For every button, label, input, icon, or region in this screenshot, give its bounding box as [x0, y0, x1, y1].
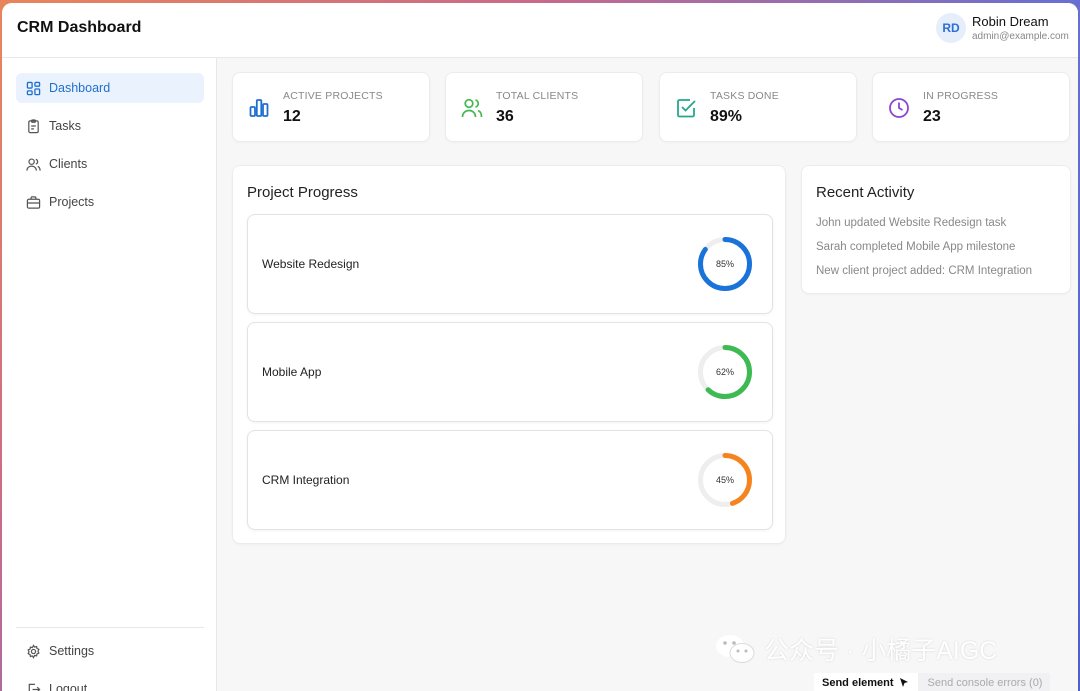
- briefcase-icon: [26, 195, 41, 209]
- user-email: admin@example.com: [972, 31, 1069, 42]
- dashboard-icon: [26, 81, 41, 95]
- watermark: 公众号 · 小橘子AIGC: [714, 631, 997, 667]
- project-progress-panel: Project Progress Website Redesign 85% Mo…: [232, 165, 786, 544]
- stat-value: 89%: [710, 108, 743, 125]
- send-element-label: Send element: [822, 677, 894, 689]
- stat-value: 12: [283, 108, 301, 125]
- project-item[interactable]: Website Redesign 85%: [247, 214, 773, 314]
- stat-value: 23: [923, 108, 941, 125]
- sidebar-item-logout[interactable]: Logout: [16, 674, 204, 691]
- stat-card-tasks-done: TASKS DONE 89%: [659, 72, 857, 142]
- checkbox-icon: [677, 99, 696, 118]
- progress-percent: 85%: [715, 259, 734, 269]
- sidebar-item-label: Clients: [49, 157, 88, 171]
- bar-chart-icon: [249, 99, 269, 117]
- recent-activity-panel: Recent Activity John updated Website Red…: [801, 165, 1071, 294]
- sidebar-item-dashboard[interactable]: Dashboard: [16, 73, 204, 103]
- stat-label: ACTIVE PROJECTS: [283, 90, 383, 102]
- project-item[interactable]: Mobile App 62%: [247, 322, 773, 422]
- stat-card-total-clients: TOTAL CLIENTS 36: [445, 72, 643, 142]
- sidebar-item-projects[interactable]: Projects: [16, 187, 204, 217]
- stat-label: TOTAL CLIENTS: [496, 90, 579, 102]
- sidebar-item-tasks[interactable]: Tasks: [16, 111, 204, 141]
- sidebar-item-clients[interactable]: Clients: [16, 149, 204, 179]
- progress-percent: 45%: [715, 475, 734, 485]
- user-name: Robin Dream: [972, 14, 1049, 29]
- watermark-text: 公众号 · 小橘子AIGC: [764, 637, 998, 665]
- tasks-icon: [28, 118, 39, 133]
- panel-title: Project Progress: [247, 184, 358, 201]
- stat-label: TASKS DONE: [710, 90, 779, 102]
- send-element-button[interactable]: Send element: [814, 673, 918, 691]
- send-console-errors-button[interactable]: Send console errors (0): [917, 673, 1051, 691]
- users-icon: [461, 98, 483, 118]
- project-name: Website Redesign: [262, 257, 360, 271]
- sidebar-item-label: Logout: [49, 682, 88, 691]
- avatar[interactable]: RD: [936, 13, 966, 43]
- gear-icon: [27, 643, 40, 659]
- sidebar: Dashboard Tasks Clients Projects Setting…: [2, 58, 217, 691]
- stat-card-in-progress: IN PROGRESS 23: [872, 72, 1070, 142]
- app-window: CRM Dashboard RD Robin Dream admin@examp…: [2, 3, 1078, 691]
- panel-title: Recent Activity: [816, 184, 915, 201]
- progress-percent: 62%: [715, 367, 734, 377]
- project-item[interactable]: CRM Integration 45%: [247, 430, 773, 530]
- activity-item: Sarah completed Mobile App milestone: [816, 241, 1016, 253]
- activity-item: John updated Website Redesign task: [816, 217, 1007, 229]
- stat-value: 36: [496, 108, 514, 125]
- sidebar-item-label: Dashboard: [49, 81, 111, 95]
- cursor-icon: [899, 678, 908, 687]
- sidebar-item-label: Tasks: [49, 119, 81, 133]
- sidebar-item-label: Projects: [49, 195, 95, 209]
- app-title: CRM Dashboard: [17, 19, 142, 36]
- logout-icon: [28, 683, 41, 691]
- activity-item: New client project added: CRM Integratio…: [816, 265, 1033, 277]
- top-bar: CRM Dashboard RD Robin Dream admin@examp…: [2, 3, 1078, 58]
- clock-icon: [889, 98, 909, 118]
- project-name: Mobile App: [262, 365, 322, 379]
- clients-icon: [26, 157, 41, 171]
- sidebar-item-settings[interactable]: Settings: [16, 636, 204, 666]
- sidebar-item-label: Settings: [49, 644, 95, 658]
- project-name: CRM Integration: [262, 473, 350, 487]
- wechat-icon: [716, 635, 755, 663]
- stat-card-active-projects: ACTIVE PROJECTS 12: [232, 72, 430, 142]
- sidebar-divider: [16, 627, 204, 628]
- devtools-bar: Send element Send console errors (0): [814, 673, 1051, 691]
- stat-label: IN PROGRESS: [923, 90, 999, 102]
